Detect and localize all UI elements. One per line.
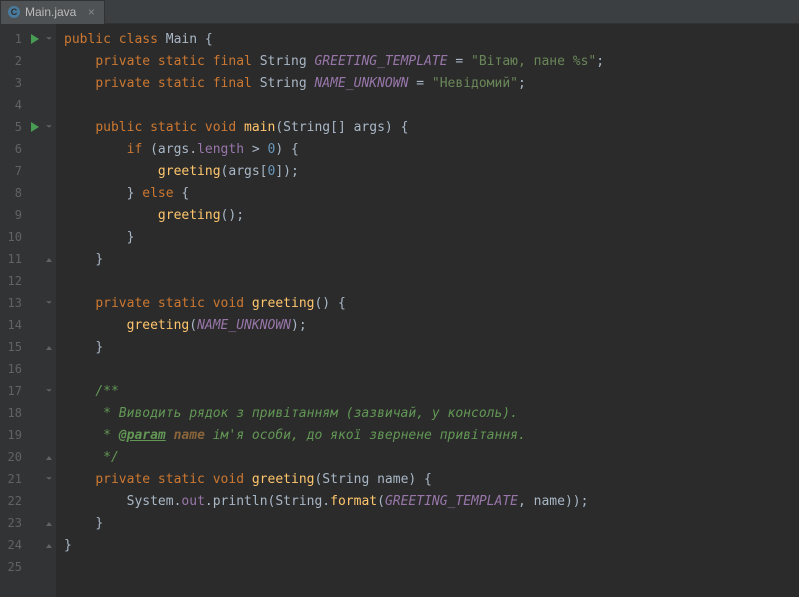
line-number: 20 — [0, 450, 28, 464]
code-line[interactable]: greeting(NAME_UNKNOWN); — [64, 314, 799, 336]
line-number: 6 — [0, 142, 28, 156]
fold-icon[interactable] — [42, 255, 56, 263]
line-number: 10 — [0, 230, 28, 244]
code-line[interactable]: private static void greeting() { — [64, 292, 799, 314]
gutter-row: 16 — [0, 358, 56, 380]
line-number: 17 — [0, 384, 28, 398]
gutter-row: 11 — [0, 248, 56, 270]
line-number: 23 — [0, 516, 28, 530]
close-icon[interactable]: × — [84, 5, 98, 19]
gutter: 1234567891011121314151617181920212223242… — [0, 24, 56, 597]
gutter-row: 5 — [0, 116, 56, 138]
gutter-row: 14 — [0, 314, 56, 336]
code-line[interactable]: * Виводить рядок з привітанням (зазвичай… — [64, 402, 799, 424]
gutter-row: 10 — [0, 226, 56, 248]
line-number: 8 — [0, 186, 28, 200]
line-number: 25 — [0, 560, 28, 574]
line-number: 16 — [0, 362, 28, 376]
run-gutter-icon[interactable] — [28, 122, 42, 132]
line-number: 12 — [0, 274, 28, 288]
line-number: 2 — [0, 54, 28, 68]
code-line[interactable]: } — [64, 336, 799, 358]
fold-icon[interactable] — [42, 389, 56, 394]
gutter-row: 19 — [0, 424, 56, 446]
code-line[interactable]: public class Main { — [64, 28, 799, 50]
code-line[interactable]: * @param name ім'я особи, до якої зверне… — [64, 424, 799, 446]
line-number: 24 — [0, 538, 28, 552]
line-number: 21 — [0, 472, 28, 486]
gutter-row: 6 — [0, 138, 56, 160]
fold-icon[interactable] — [42, 519, 56, 527]
code-line[interactable] — [64, 556, 799, 578]
gutter-row: 2 — [0, 50, 56, 72]
fold-icon[interactable] — [42, 301, 56, 306]
gutter-row: 22 — [0, 490, 56, 512]
gutter-row: 3 — [0, 72, 56, 94]
gutter-row: 20 — [0, 446, 56, 468]
line-number: 7 — [0, 164, 28, 178]
code-line[interactable]: } else { — [64, 182, 799, 204]
line-number: 11 — [0, 252, 28, 266]
fold-icon[interactable] — [42, 477, 56, 482]
gutter-row: 18 — [0, 402, 56, 424]
code-line[interactable] — [64, 270, 799, 292]
gutter-row: 12 — [0, 270, 56, 292]
code-line[interactable]: private static final String GREETING_TEM… — [64, 50, 799, 72]
code-line[interactable]: public static void main(String[] args) { — [64, 116, 799, 138]
line-number: 14 — [0, 318, 28, 332]
line-number: 13 — [0, 296, 28, 310]
svg-text:C: C — [11, 7, 18, 17]
fold-icon[interactable] — [42, 343, 56, 351]
code-line[interactable]: greeting(args[0]); — [64, 160, 799, 182]
gutter-row: 21 — [0, 468, 56, 490]
code-line[interactable]: /** — [64, 380, 799, 402]
gutter-row: 7 — [0, 160, 56, 182]
code-line[interactable]: } — [64, 248, 799, 270]
fold-icon[interactable] — [42, 125, 56, 130]
line-number: 9 — [0, 208, 28, 222]
gutter-row: 24 — [0, 534, 56, 556]
code-line[interactable]: } — [64, 512, 799, 534]
line-number: 18 — [0, 406, 28, 420]
line-number: 15 — [0, 340, 28, 354]
gutter-row: 13 — [0, 292, 56, 314]
gutter-row: 23 — [0, 512, 56, 534]
gutter-row: 15 — [0, 336, 56, 358]
gutter-row: 25 — [0, 556, 56, 578]
line-number: 5 — [0, 120, 28, 134]
code-line[interactable] — [64, 94, 799, 116]
fold-icon[interactable] — [42, 453, 56, 461]
line-number: 4 — [0, 98, 28, 112]
fold-icon[interactable] — [42, 37, 56, 42]
code-line[interactable]: private static void greeting(String name… — [64, 468, 799, 490]
run-gutter-icon[interactable] — [28, 34, 42, 44]
gutter-row: 9 — [0, 204, 56, 226]
tab-bar: C Main.java × — [0, 0, 799, 24]
code-area[interactable]: public class Main { private static final… — [56, 24, 799, 597]
gutter-row: 17 — [0, 380, 56, 402]
code-line[interactable]: System.out.println(String.format(GREETIN… — [64, 490, 799, 512]
gutter-row: 1 — [0, 28, 56, 50]
code-line[interactable]: greeting(); — [64, 204, 799, 226]
class-icon: C — [7, 5, 21, 19]
code-line[interactable]: if (args.length > 0) { — [64, 138, 799, 160]
code-line[interactable] — [64, 358, 799, 380]
editor: 1234567891011121314151617181920212223242… — [0, 24, 799, 597]
gutter-row: 4 — [0, 94, 56, 116]
line-number: 3 — [0, 76, 28, 90]
tab-filename: Main.java — [25, 5, 76, 19]
code-line[interactable]: private static final String NAME_UNKNOWN… — [64, 72, 799, 94]
code-line[interactable]: */ — [64, 446, 799, 468]
line-number: 1 — [0, 32, 28, 46]
line-number: 22 — [0, 494, 28, 508]
gutter-row: 8 — [0, 182, 56, 204]
code-line[interactable]: } — [64, 534, 799, 556]
file-tab[interactable]: C Main.java × — [0, 0, 105, 24]
line-number: 19 — [0, 428, 28, 442]
fold-icon[interactable] — [42, 541, 56, 549]
code-line[interactable]: } — [64, 226, 799, 248]
